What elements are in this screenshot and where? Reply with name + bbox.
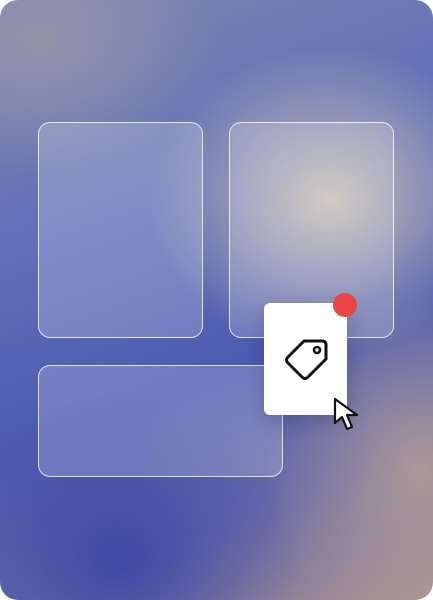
app-canvas <box>0 0 433 600</box>
tile-top-left[interactable] <box>38 122 203 338</box>
tile-bottom-wide[interactable] <box>38 365 283 477</box>
notification-badge <box>333 293 357 317</box>
mouse-pointer-icon <box>333 397 359 431</box>
tag-icon <box>284 339 327 380</box>
